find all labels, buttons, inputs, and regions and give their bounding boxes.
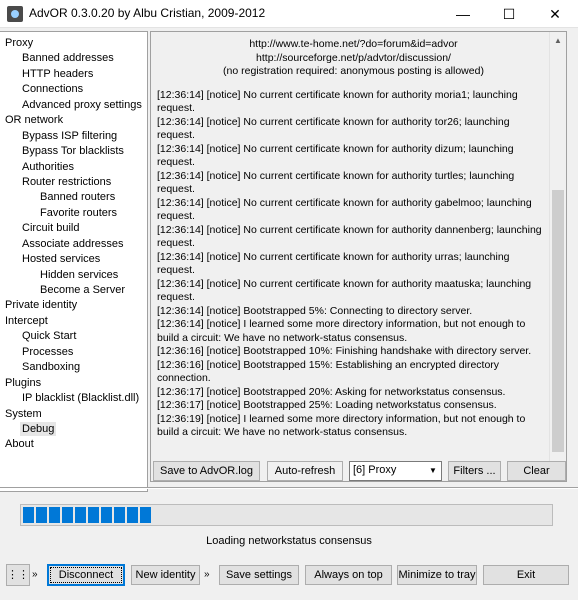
tree-item-hidden-services[interactable]: Hidden services — [38, 268, 120, 282]
log-line: [12:36:14] [notice] No current certifica… — [157, 223, 542, 250]
tree-item-about[interactable]: About — [3, 437, 36, 451]
tree-item-plugins[interactable]: Plugins — [3, 376, 43, 390]
progress-block — [88, 507, 99, 523]
window-title: AdvOR 0.3.0.20 by Albu Cristian, 2009-20… — [29, 6, 266, 20]
maximize-button[interactable]: ☐ — [486, 0, 532, 28]
chevron-right-icon[interactable]: » — [204, 567, 210, 583]
clear-button[interactable]: Clear — [507, 461, 566, 481]
log-line: [12:36:16] [notice] Bootstrapped 10%: Fi… — [157, 345, 532, 357]
tree-item-private-identity[interactable]: Private identity — [3, 298, 79, 312]
tree-item-associate-addresses[interactable]: Associate addresses — [20, 237, 126, 251]
close-button[interactable]: ✕ — [532, 0, 578, 28]
network-settings-icon[interactable]: ⋮⋮ — [6, 564, 30, 586]
tree-item-hosted-services[interactable]: Hosted services — [20, 252, 102, 266]
tree-item-system[interactable]: System — [3, 407, 44, 421]
progress-block — [62, 507, 73, 523]
progress-fill — [23, 507, 151, 523]
exit-button[interactable]: Exit — [483, 565, 569, 585]
tree-item-or-network[interactable]: OR network — [3, 113, 65, 127]
tree-item-proxy[interactable]: Proxy — [3, 36, 35, 50]
progress-block — [127, 507, 138, 523]
tree-item-advanced-proxy-settings[interactable]: Advanced proxy settings — [20, 98, 144, 112]
log-line: [12:36:14] [notice] I learned some more … — [157, 318, 526, 344]
tree-item-quick-start[interactable]: Quick Start — [20, 329, 78, 343]
tree-item-become-a-server[interactable]: Become a Server — [38, 283, 127, 297]
tree-item-bypass-tor-blacklists[interactable]: Bypass Tor blacklists — [20, 144, 126, 158]
log-header-line: http://www.te-home.net/?do=forum&id=advo… — [249, 38, 458, 50]
tree-item-router-restrictions[interactable]: Router restrictions — [20, 175, 113, 189]
log-filter-select[interactable]: [6] Proxy ▼ — [349, 461, 442, 481]
log-line: [12:36:16] [notice] Bootstrapped 15%: Es… — [157, 358, 500, 385]
progress-block — [23, 507, 34, 523]
tree-item-favorite-routers[interactable]: Favorite routers — [38, 206, 119, 220]
log-line: [12:36:17] [notice] Bootstrapped 20%: As… — [157, 385, 506, 398]
progress-block — [36, 507, 47, 523]
tree-item-banned-addresses[interactable]: Banned addresses — [20, 51, 116, 65]
minimize-button[interactable]: — — [440, 0, 486, 28]
bootstrap-progress-bar — [20, 504, 553, 526]
progress-block — [75, 507, 86, 523]
settings-tree[interactable]: Proxy Banned addresses HTTP headers Conn… — [0, 31, 148, 492]
save-settings-button[interactable]: Save settings — [219, 565, 299, 585]
save-log-button[interactable]: Save to AdvOR.log — [153, 461, 260, 481]
progress-block — [49, 507, 60, 523]
tree-item-intercept[interactable]: Intercept — [3, 314, 50, 328]
progress-block — [114, 507, 125, 523]
log-line: [12:36:14] [notice] No current certifica… — [157, 115, 510, 142]
scroll-thumb[interactable] — [552, 190, 564, 452]
tree-item-sandboxing[interactable]: Sandboxing — [20, 360, 82, 374]
filters-button[interactable]: Filters ... — [448, 461, 501, 481]
window-body: Proxy Banned addresses HTTP headers Conn… — [0, 28, 578, 600]
log-line: [12:36:17] [notice] Bootstrapped 25%: Lo… — [157, 399, 497, 411]
tree-item-ip-blacklist[interactable]: IP blacklist (Blacklist.dll) — [20, 391, 141, 405]
log-line: [12:36:14] [notice] No current certifica… — [157, 196, 532, 223]
chevron-down-icon[interactable]: ▼ — [425, 462, 441, 480]
log-line: [12:36:14] [notice] No current certifica… — [157, 169, 515, 196]
tree-item-bypass-isp-filtering[interactable]: Bypass ISP filtering — [20, 129, 119, 143]
log-header-line: http://sourceforge.net/p/advtor/discussi… — [256, 51, 451, 64]
tree-item-circuit-build[interactable]: Circuit build — [20, 221, 81, 235]
log-line: [12:36:14] [notice] Bootstrapped 5%: Con… — [157, 304, 473, 317]
title-bar: AdvOR 0.3.0.20 by Albu Cristian, 2009-20… — [0, 0, 578, 28]
debug-log-text: http://www.te-home.net/?do=forum&id=advo… — [157, 38, 550, 476]
log-filter-value: [6] Proxy — [353, 464, 397, 476]
tree-item-debug[interactable]: Debug — [20, 422, 57, 436]
chevron-right-icon[interactable]: » — [32, 567, 38, 583]
progress-block — [140, 507, 151, 523]
scroll-up-arrow-icon[interactable]: ▲ — [550, 32, 566, 49]
disconnect-button[interactable]: Disconnect — [47, 564, 125, 586]
log-line: [12:36:14] [notice] No current certifica… — [157, 142, 514, 169]
tree-item-http-headers[interactable]: HTTP headers — [20, 67, 95, 81]
new-identity-button[interactable]: New identity — [131, 565, 200, 585]
log-line: [12:36:14] [notice] No current certifica… — [157, 250, 510, 277]
log-spacer — [157, 79, 550, 89]
progress-block — [101, 507, 112, 523]
auto-refresh-toggle[interactable]: Auto-refresh — [267, 461, 343, 481]
minimize-to-tray-button[interactable]: Minimize to tray — [397, 565, 477, 585]
app-icon — [7, 6, 23, 22]
separator — [0, 487, 578, 489]
log-line: [12:36:14] [notice] No current certifica… — [157, 88, 518, 115]
log-line: [12:36:19] [notice] I learned some more … — [157, 412, 526, 439]
tree-item-connections[interactable]: Connections — [20, 82, 85, 96]
debug-log-panel[interactable]: http://www.te-home.net/?do=forum&id=advo… — [150, 31, 567, 482]
tree-item-banned-routers[interactable]: Banned routers — [38, 190, 117, 204]
log-scrollbar[interactable]: ▲ ▼ — [549, 32, 566, 481]
status-text: Loading networkstatus consensus — [206, 535, 372, 547]
log-header-line: (no registration required: anonymous pos… — [223, 65, 484, 77]
tree-item-processes[interactable]: Processes — [20, 345, 75, 359]
log-line: [12:36:14] [notice] No current certifica… — [157, 277, 532, 304]
always-on-top-button[interactable]: Always on top — [305, 565, 392, 585]
tree-item-authorities[interactable]: Authorities — [20, 160, 76, 174]
